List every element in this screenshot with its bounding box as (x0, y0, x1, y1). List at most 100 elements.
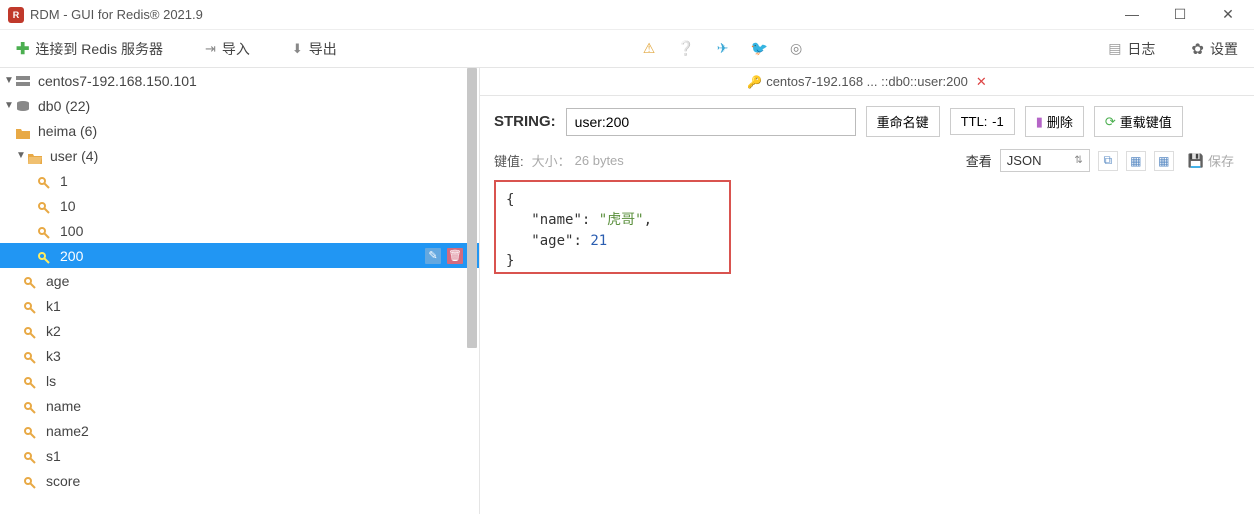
tree-key[interactable]: ls (0, 368, 479, 393)
tree-key[interactable]: 1 (0, 168, 479, 193)
scrollbar[interactable] (465, 68, 477, 514)
key-label: k1 (46, 298, 61, 314)
tree-key[interactable]: 100 (0, 218, 479, 243)
twitter-icon[interactable]: 🐦 (751, 40, 768, 57)
format-value: JSON (1007, 153, 1042, 168)
log-icon: ▤ (1108, 40, 1121, 57)
settings-label: 设置 (1210, 39, 1238, 59)
log-label: 日志 (1127, 39, 1155, 59)
maximize-button[interactable]: ☐ (1170, 6, 1190, 23)
key-icon (24, 349, 42, 363)
tree-key[interactable]: s1 (0, 443, 479, 468)
export-icon: ⬇ (292, 41, 303, 57)
value-header: 键值: 大小： 26 bytes 查看 JSON ⇅ ⧉ ▦ ▦ 💾 保存 (480, 147, 1254, 180)
key-label: 1 (60, 173, 68, 189)
json-text: "name" (531, 212, 582, 228)
main-toolbar: ✚ 连接到 Redis 服务器 ⇥ 导入 ⬇ 导出 ⚠ ❔ ✈ 🐦 ◎ ▤ 日志… (0, 30, 1254, 68)
settings-button[interactable]: ✿ 设置 (1185, 35, 1244, 63)
delete-key-icon[interactable]: 🗑 (447, 248, 463, 264)
export-label: 导出 (309, 39, 337, 59)
edit-key-icon[interactable]: ✎ (425, 248, 441, 264)
save-button[interactable]: 💾 保存 (1182, 149, 1240, 172)
json-text: 21 (590, 233, 607, 249)
sync-icon[interactable]: ◎ (790, 40, 802, 57)
close-button[interactable]: ✕ (1218, 6, 1238, 23)
rename-button[interactable]: 重命名键 (866, 106, 940, 137)
connect-button[interactable]: ✚ 连接到 Redis 服务器 (10, 35, 169, 63)
titlebar: R RDM - GUI for Redis® 2021.9 — ☐ ✕ (0, 0, 1254, 30)
delete-button[interactable]: ▮删除 (1025, 106, 1084, 137)
folder-open-icon (28, 149, 46, 163)
tree-key[interactable]: name2 (0, 418, 479, 443)
warning-icon[interactable]: ⚠ (643, 40, 656, 57)
action-button-2[interactable]: ▦ (1154, 151, 1174, 171)
key-label: 10 (60, 198, 76, 214)
tab-close-icon[interactable]: ✕ (976, 74, 987, 90)
chevron-updown-icon: ⇅ (1074, 155, 1082, 166)
key-label: 200 (60, 248, 83, 264)
json-text: } (506, 253, 514, 269)
key-icon (24, 299, 42, 313)
tree-key[interactable]: k2 (0, 318, 479, 343)
copy-button[interactable]: ⧉ (1098, 151, 1118, 171)
database-icon (16, 99, 34, 113)
import-label: 导入 (222, 39, 250, 59)
gear-icon: ✿ (1191, 40, 1204, 58)
scrollbar-thumb[interactable] (467, 68, 477, 348)
key-header: STRING: 重命名键 TTL:-1 ▮删除 ⟳重载键值 (480, 96, 1254, 147)
tree-server[interactable]: ▼ centos7-192.168.150.101 (0, 68, 479, 93)
log-button[interactable]: ▤ 日志 (1102, 35, 1161, 63)
key-label: k3 (46, 348, 61, 364)
tree-key[interactable]: name (0, 393, 479, 418)
key-icon (38, 224, 56, 238)
db-label: db0 (22) (38, 98, 90, 114)
sidebar: ▼ centos7-192.168.150.101 ▼ db0 (22) hei… (0, 68, 480, 514)
key-name-input[interactable] (566, 108, 856, 136)
ttl-button[interactable]: TTL:-1 (950, 108, 1015, 135)
key-icon: 🔑 (747, 75, 762, 89)
tree-key[interactable]: score (0, 468, 479, 493)
key-icon (24, 324, 42, 338)
tree-key[interactable]: k1 (0, 293, 479, 318)
window-controls: — ☐ ✕ (1122, 6, 1246, 23)
view-label: 查看 (966, 151, 992, 170)
key-label: s1 (46, 448, 61, 464)
key-icon (24, 274, 42, 288)
key-label: k2 (46, 323, 61, 339)
value-size-prefix: 大小： (532, 151, 571, 170)
key-icon (24, 374, 42, 388)
value-editor[interactable]: { "name": "虎哥", "age": 21 } (494, 180, 731, 274)
folder-icon (16, 124, 34, 138)
tree-folder-heima[interactable]: heima (6) (0, 118, 479, 143)
collapse-arrow-icon: ▼ (4, 75, 16, 86)
folder-label: user (4) (50, 148, 98, 164)
import-icon: ⇥ (205, 41, 216, 57)
action-button-1[interactable]: ▦ (1126, 151, 1146, 171)
tree-key[interactable]: k3 (0, 343, 479, 368)
key-type-label: STRING: (494, 113, 556, 130)
json-text: "age" (531, 233, 573, 249)
tree-key[interactable]: age (0, 268, 479, 293)
key-icon (24, 449, 42, 463)
help-icon[interactable]: ❔ (677, 40, 694, 57)
tree-key[interactable]: 10 (0, 193, 479, 218)
collapse-arrow-icon: ▼ (16, 150, 28, 161)
key-label: age (46, 273, 69, 289)
reload-button[interactable]: ⟳重载键值 (1094, 106, 1183, 137)
connect-label: 连接到 Redis 服务器 (35, 39, 163, 59)
import-button[interactable]: ⇥ 导入 (199, 35, 256, 63)
tree-key-selected[interactable]: 200 ✎ 🗑 (0, 243, 479, 268)
key-icon (38, 199, 56, 213)
format-select[interactable]: JSON ⇅ (1000, 149, 1090, 172)
key-icon (38, 174, 56, 188)
minimize-button[interactable]: — (1122, 6, 1142, 23)
export-button[interactable]: ⬇ 导出 (286, 35, 343, 63)
save-icon: 💾 (1188, 153, 1204, 169)
folder-label: heima (6) (38, 123, 97, 139)
telegram-icon[interactable]: ✈ (717, 40, 729, 57)
tab-key[interactable]: 🔑 centos7-192.168 ... ::db0::user:200 ✕ (747, 74, 987, 90)
tree-db[interactable]: ▼ db0 (22) (0, 93, 479, 118)
tree-folder-user[interactable]: ▼ user (4) (0, 143, 479, 168)
content-panel: 🔑 centos7-192.168 ... ::db0::user:200 ✕ … (480, 68, 1254, 514)
key-label: name (46, 398, 81, 414)
